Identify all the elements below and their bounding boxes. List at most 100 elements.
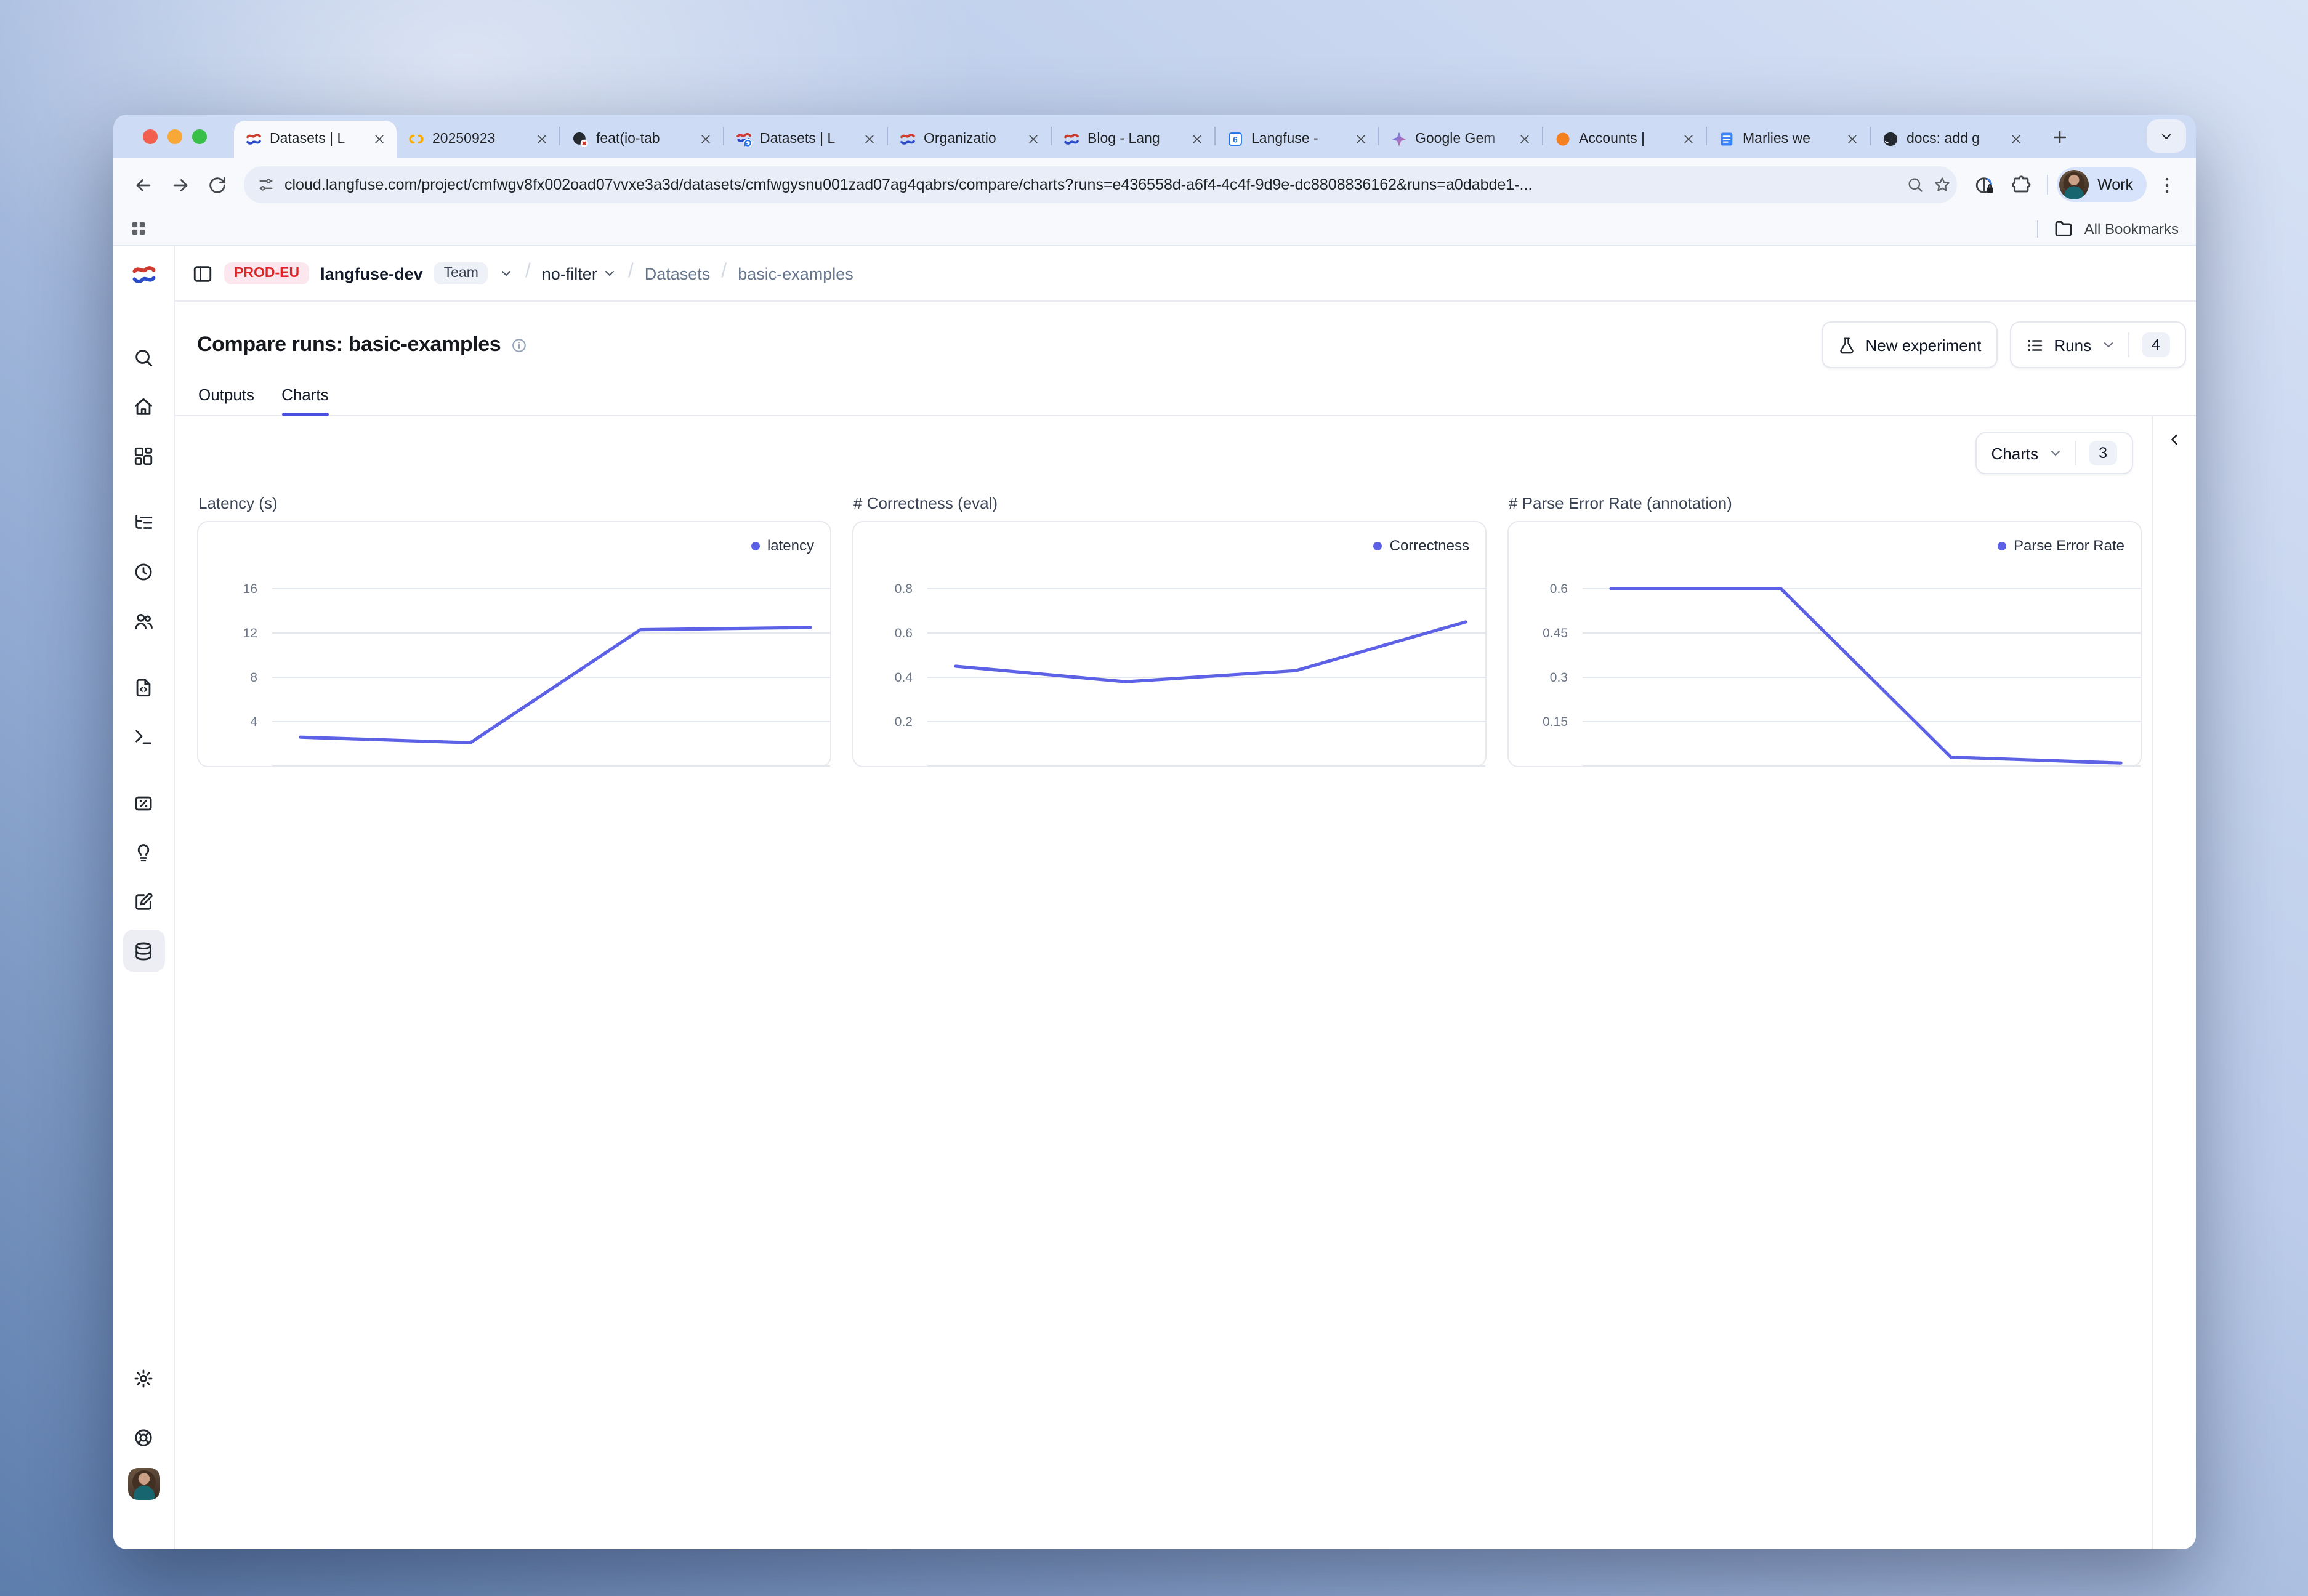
tab-title: Organizatio xyxy=(924,132,1016,147)
sidebar-item-annotation[interactable] xyxy=(123,881,164,922)
browser-tab[interactable]: Marlies we xyxy=(1707,121,1870,158)
close-icon[interactable] xyxy=(369,129,389,149)
close-window-button[interactable] xyxy=(143,129,158,143)
langfuse-logo[interactable] xyxy=(130,261,157,288)
url-bar[interactable]: cloud.langfuse.com/project/cmfwgv8fx002o… xyxy=(244,166,1957,203)
file-code-icon xyxy=(133,677,154,698)
chart-title: Latency (s) xyxy=(198,494,831,512)
charts-count-badge: 3 xyxy=(2089,441,2117,465)
org-chevron-down-icon[interactable] xyxy=(499,266,514,281)
close-icon[interactable] xyxy=(1187,129,1207,149)
tab-title: feat(io-tab xyxy=(596,132,688,147)
privacy-extension-icon[interactable] xyxy=(1967,167,2001,202)
sidebar-item-sessions[interactable] xyxy=(123,550,164,592)
chevron-down-icon xyxy=(2048,446,2063,461)
browser-menu-icon[interactable] xyxy=(2149,167,2184,202)
charts-toolbar: Charts 3 xyxy=(175,416,2152,474)
browser-tab[interactable]: Datasets | L xyxy=(234,121,397,158)
sidebar-item-scores[interactable] xyxy=(123,782,164,824)
sidebar-item-support[interactable] xyxy=(123,1416,164,1458)
folder-icon xyxy=(2054,218,2075,239)
lifebuoy-icon xyxy=(133,1427,154,1448)
tab-outputs[interactable]: Outputs xyxy=(198,385,254,415)
close-icon[interactable] xyxy=(860,129,879,149)
new-experiment-button[interactable]: New experiment xyxy=(1822,321,1998,368)
browser-tab[interactable]: Accounts | xyxy=(1543,121,1706,158)
chart-title: # Correctness (eval) xyxy=(853,494,1487,512)
legend-label: latency xyxy=(767,537,814,554)
info-icon[interactable] xyxy=(510,337,527,353)
close-icon[interactable] xyxy=(1679,129,1698,149)
browser-tab[interactable]: Blog - Lang xyxy=(1052,121,1214,158)
close-icon[interactable] xyxy=(696,129,716,149)
chart-line-series xyxy=(956,622,1466,682)
browser-tab[interactable]: 20250923 xyxy=(397,121,559,158)
zoom-window-button[interactable] xyxy=(192,129,207,143)
close-icon[interactable] xyxy=(2006,129,2026,149)
browser-tab[interactable]: Organizatio xyxy=(888,121,1051,158)
sidebar-item-home[interactable] xyxy=(123,385,164,427)
chart-card: 0.60.450.30.15Parse Error Rate xyxy=(1507,521,2142,767)
sidebar-toggle-icon[interactable] xyxy=(192,263,213,284)
sidebar-item-search[interactable] xyxy=(123,336,164,378)
y-axis-tick-label: 16 xyxy=(243,582,257,596)
all-bookmarks-button[interactable]: All Bookmarks xyxy=(2084,220,2179,237)
profile-button[interactable]: Work xyxy=(2057,167,2147,202)
bookmark-star-icon[interactable] xyxy=(1934,176,1951,193)
chart-card: 161284latency xyxy=(197,521,831,767)
back-button[interactable] xyxy=(126,167,160,202)
bookmarks-divider xyxy=(2038,220,2039,237)
blue-doc-favicon-icon xyxy=(1718,131,1735,148)
breadcrumb-datasets-link[interactable]: Datasets xyxy=(645,264,711,283)
minimize-window-button[interactable] xyxy=(167,129,182,143)
close-icon[interactable] xyxy=(1515,129,1535,149)
chart-column: Latency (s)161284latency xyxy=(197,494,831,767)
close-icon[interactable] xyxy=(532,129,552,149)
tab-charts[interactable]: Charts xyxy=(281,385,329,415)
browser-tab[interactable]: Datasets | L xyxy=(724,121,887,158)
sidebar-rail xyxy=(113,246,175,1549)
toolbar-divider xyxy=(2047,175,2048,195)
chevron-left-icon[interactable] xyxy=(2166,431,2183,448)
sidebar-rail-bottom xyxy=(123,1350,164,1500)
browser-tab[interactable]: feat(io-tab xyxy=(560,121,723,158)
sidebar-item-settings[interactable] xyxy=(123,1357,164,1399)
sidebar-item-playground[interactable] xyxy=(123,715,164,757)
desktop: Datasets | L20250923feat(io-tabDatasets … xyxy=(0,0,2308,1596)
sidebar-item-datasets[interactable] xyxy=(123,930,164,972)
chart-line-series xyxy=(1611,589,2121,763)
sidebar-item-prompts[interactable] xyxy=(123,666,164,708)
extensions-puzzle-icon[interactable] xyxy=(2004,167,2038,202)
zoom-page-icon[interactable] xyxy=(1907,176,1924,193)
breadcrumb-separator: / xyxy=(628,261,634,283)
langfuse-favicon-icon xyxy=(1063,131,1080,148)
chart-column: # Parse Error Rate (annotation)0.60.450.… xyxy=(1507,494,2142,767)
colab-favicon-icon xyxy=(408,131,425,148)
sidebar-item-dashboards[interactable] xyxy=(123,435,164,477)
close-icon[interactable] xyxy=(1842,129,1862,149)
environment-badge[interactable]: PROD-EU xyxy=(224,262,309,284)
sidebar-item-insights[interactable] xyxy=(123,831,164,873)
users-icon xyxy=(133,610,154,631)
y-axis-tick-label: 12 xyxy=(243,626,257,640)
reload-button[interactable] xyxy=(200,167,234,202)
browser-tab[interactable]: 6Langfuse - xyxy=(1216,121,1378,158)
blocks-icon xyxy=(133,445,154,466)
charts-selector-button[interactable]: Charts 3 xyxy=(1975,432,2134,474)
breadcrumb-dataset-name-link[interactable]: basic-examples xyxy=(738,264,853,283)
org-name[interactable]: langfuse-dev xyxy=(320,264,423,283)
browser-tab[interactable]: Google Gem xyxy=(1379,121,1542,158)
user-avatar[interactable] xyxy=(127,1468,159,1500)
runs-button[interactable]: Runs 4 xyxy=(2009,321,2186,368)
sidebar-item-users[interactable] xyxy=(123,600,164,642)
sidebar-item-tracing[interactable] xyxy=(123,501,164,543)
close-icon[interactable] xyxy=(1351,129,1371,149)
close-icon[interactable] xyxy=(1023,129,1043,149)
forward-button[interactable] xyxy=(163,167,197,202)
apps-grid-icon[interactable] xyxy=(129,219,148,238)
browser-tab[interactable]: docs: add g xyxy=(1871,121,2033,158)
new-tab-button[interactable] xyxy=(2043,121,2075,153)
tab-search-caret-button[interactable] xyxy=(2147,119,2186,153)
site-settings-icon[interactable] xyxy=(257,176,275,193)
project-selector[interactable]: no-filter xyxy=(542,264,617,283)
